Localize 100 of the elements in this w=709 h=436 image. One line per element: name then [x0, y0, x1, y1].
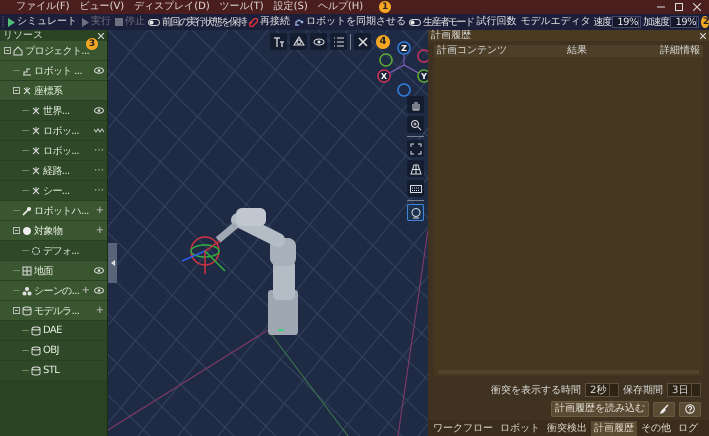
broom-icon [659, 404, 669, 414]
spin-box[interactable]: 3日 [667, 383, 701, 397]
eye-icon[interactable] [94, 107, 104, 114]
view-tool-button[interactable] [290, 33, 307, 50]
tree-item[interactable]: シーンの... + [0, 281, 107, 301]
tab[interactable]: ログ [675, 420, 701, 436]
eye-icon[interactable] [94, 267, 104, 274]
tab[interactable]: 計画履歴 [591, 420, 637, 436]
tree-item[interactable]: STL [0, 361, 107, 381]
tree-item[interactable]: 経路... ⋯ [0, 161, 107, 181]
panel-title: リソース [3, 30, 43, 41]
tree-connector-icon [22, 167, 29, 174]
field-label: 速度 [593, 16, 610, 29]
eye-icon[interactable] [94, 67, 104, 74]
load-button[interactable]: 計画履歴を読み込む [551, 401, 649, 417]
column-header: 詳細情報 [660, 45, 700, 57]
play-icon [7, 18, 15, 26]
menu-item[interactable]: ヘルプ(H) [318, 1, 364, 13]
tree-connector-icon [13, 287, 20, 294]
view-tool-button[interactable] [354, 33, 371, 50]
tree-item[interactable]: ロボット ... [0, 61, 107, 81]
eye-icon[interactable] [94, 287, 104, 294]
tab[interactable]: 衝突検出 [544, 420, 590, 436]
tab[interactable]: ワークフロー [430, 420, 496, 436]
toolbar-button[interactable]: シミュレート [6, 16, 78, 28]
menu-item[interactable]: ビュー(V) [80, 1, 124, 13]
cube-frame-icon [292, 36, 304, 48]
add-button[interactable]: + [96, 206, 104, 216]
closed-eye-icon[interactable] [94, 127, 104, 134]
database-icon [22, 306, 32, 316]
collapse-handle[interactable] [108, 243, 117, 283]
tree-item[interactable]: ロボットハ... + [0, 201, 107, 221]
menu-item[interactable]: 設定(S) [274, 1, 308, 13]
tree-item[interactable]: DAE [0, 321, 107, 341]
view-tool-button[interactable] [310, 33, 327, 50]
grid-icon [22, 266, 32, 276]
collapse-icon[interactable] [13, 87, 20, 94]
tree-item[interactable]: モデルラ... + [0, 301, 107, 321]
tree-label: 対象物 [34, 224, 64, 238]
keyboard-icon [410, 182, 422, 194]
tree-connector-icon [22, 127, 29, 134]
collapse-icon[interactable] [4, 47, 11, 54]
view-tool-button[interactable] [407, 116, 424, 133]
tree-item[interactable]: 世界... [0, 101, 107, 121]
menu-item[interactable]: ファイル(F) [16, 1, 70, 13]
help-icon [685, 404, 695, 414]
toolbar-button[interactable]: ロボットを同期させる [293, 16, 408, 28]
add-button[interactable]: ⋯ [94, 146, 104, 156]
view-tool-button[interactable] [407, 180, 424, 197]
close-icon[interactable] [98, 32, 104, 38]
perspective-grid-icon [410, 162, 422, 174]
add-button[interactable]: ⋯ [94, 166, 104, 176]
tree-item[interactable]: 対象物 + [0, 221, 107, 241]
spin-box[interactable]: 2秒 [585, 383, 619, 397]
field-label: 保存期間 [623, 384, 663, 397]
collapse-icon[interactable] [13, 227, 20, 234]
add-button[interactable]: + [96, 306, 104, 316]
maximize-icon[interactable] [675, 3, 683, 11]
gear-icon [31, 246, 41, 256]
tree-item[interactable]: 座標系 [0, 81, 107, 101]
toggle-switch[interactable] [409, 18, 422, 26]
toggle-switch[interactable] [148, 18, 160, 26]
view-tool-button[interactable] [270, 33, 287, 50]
column-header: 結果 [567, 45, 588, 57]
spin-box[interactable]: 19% [670, 16, 700, 28]
add-button[interactable]: + [82, 286, 90, 296]
toolbar-button[interactable]: 再接続 [248, 16, 292, 28]
menu-item[interactable]: ディスプレイ(D) [134, 1, 210, 13]
close-icon[interactable] [693, 3, 701, 11]
stop-icon [115, 18, 123, 26]
view-tool-button[interactable] [407, 96, 424, 113]
database-icon [31, 326, 41, 336]
menu-item[interactable]: ツール(T) [220, 1, 264, 13]
toolbar-button[interactable]: モデルエディタ [519, 16, 592, 28]
tab[interactable]: ロボット [497, 420, 543, 436]
close-icon[interactable] [700, 32, 706, 38]
tab[interactable]: その他 [638, 420, 674, 436]
fit-view-icon [410, 142, 422, 154]
tree-item[interactable]: ロボッ... [0, 121, 107, 141]
toolbar-button[interactable]: 試行回数 [475, 16, 518, 28]
tree-item[interactable]: デフォ... [0, 241, 107, 261]
tree-item[interactable]: ロボッ... ⋯ [0, 141, 107, 161]
help-button[interactable] [679, 402, 701, 416]
view-tool-button[interactable] [407, 204, 424, 221]
home-icon [13, 46, 23, 56]
view-tool-button[interactable] [330, 33, 347, 50]
add-button[interactable]: ⋯ [94, 186, 104, 196]
spin-box[interactable]: 19% [612, 16, 642, 28]
tree-item[interactable]: シー... ⋯ [0, 181, 107, 201]
add-button[interactable]: + [96, 226, 104, 236]
collapse-icon[interactable] [13, 307, 20, 314]
focus-view-icon [410, 206, 422, 218]
tree-connector-icon [22, 347, 29, 354]
view-tool-button[interactable] [407, 160, 424, 177]
toggle-label: 生産者モード [423, 16, 474, 29]
view-tool-button[interactable] [407, 140, 424, 157]
tree-item[interactable]: OBJ [0, 341, 107, 361]
clear-button[interactable] [653, 402, 675, 416]
tree-item[interactable]: 地面 [0, 261, 107, 281]
field-label: 衝突を表示する時間 [491, 384, 581, 397]
